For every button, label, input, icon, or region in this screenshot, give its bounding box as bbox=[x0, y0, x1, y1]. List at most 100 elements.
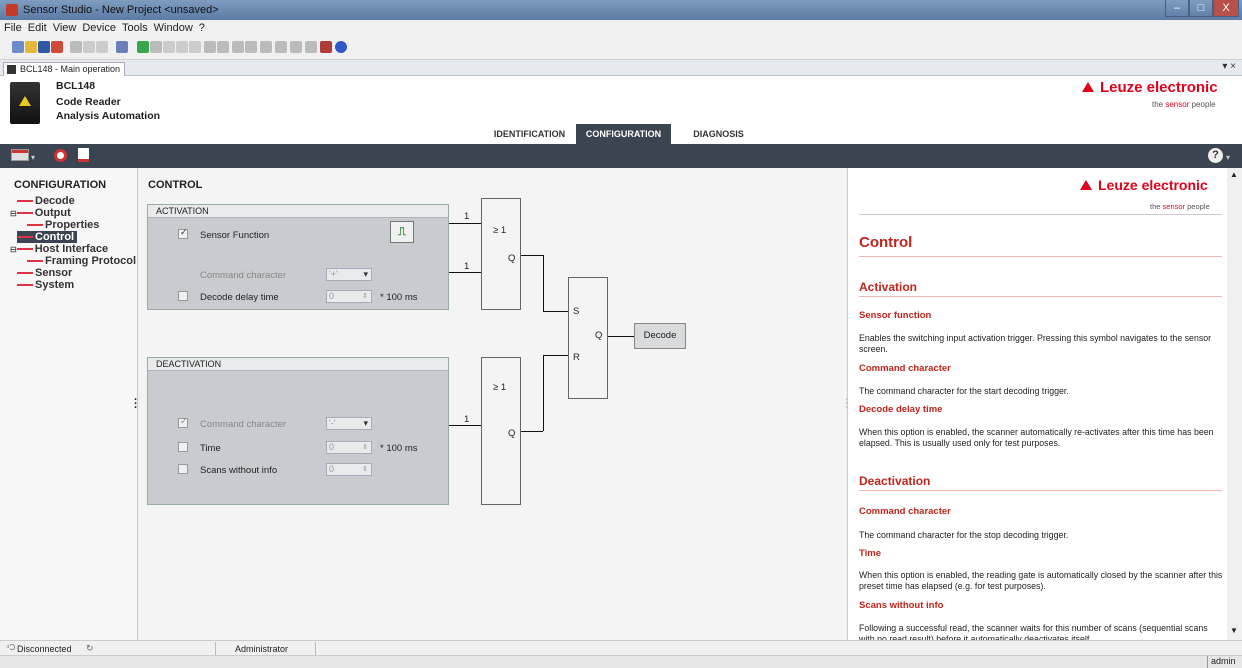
pdf-icon[interactable] bbox=[78, 148, 89, 162]
tree-item-sensor[interactable]: Sensor bbox=[17, 267, 72, 279]
tree-item-control[interactable]: Control bbox=[17, 231, 78, 243]
device-vendor: Analysis Automation bbox=[56, 110, 161, 122]
time-unit: * 100 ms bbox=[380, 443, 418, 454]
step-icon[interactable] bbox=[163, 41, 175, 53]
record-icon[interactable] bbox=[189, 41, 201, 53]
leuze-logo-icon bbox=[1082, 82, 1094, 92]
menu-tools[interactable]: Tools bbox=[122, 20, 148, 36]
decode-output-box[interactable]: Decode bbox=[634, 323, 686, 349]
tree-item-output[interactable]: ⊟ Output bbox=[10, 207, 71, 219]
menu-help[interactable]: ? bbox=[199, 20, 205, 36]
deactivation-command-select[interactable]: '-' ▾ bbox=[326, 417, 372, 430]
scans-label: Scans without info bbox=[200, 465, 278, 476]
brand-tagline: the sensor people bbox=[1152, 100, 1216, 109]
help-time-text: When this option is enabled, the reading… bbox=[859, 570, 1223, 591]
scroll-down-icon[interactable]: ▼ bbox=[1230, 626, 1238, 635]
copy-icon[interactable] bbox=[83, 41, 95, 53]
print-icon[interactable] bbox=[51, 41, 63, 53]
left-splitter-handle[interactable]: · · · bbox=[134, 395, 138, 414]
help-d-command-text: The command character for the stop decod… bbox=[859, 530, 1069, 540]
help-scans-heading: Scans without info bbox=[859, 600, 944, 611]
help-time-heading: Time bbox=[859, 548, 882, 559]
activation-panel: ACTIVATION ✓ Sensor Function ⎍ Command c… bbox=[147, 204, 449, 310]
maximize-button[interactable]: □ bbox=[1189, 0, 1213, 17]
menu-edit[interactable]: Edit bbox=[28, 20, 47, 36]
time-checkbox[interactable] bbox=[178, 442, 188, 452]
pause-icon[interactable] bbox=[150, 41, 162, 53]
command-character-select[interactable]: '+' ▾ bbox=[326, 268, 372, 281]
tree-item-host-interface[interactable]: ⊟ Host Interface bbox=[10, 243, 108, 255]
decode-delay-input[interactable]: 0 ⇕ bbox=[326, 290, 372, 303]
help-scrollbar[interactable]: ▲ ▼ bbox=[1227, 168, 1242, 640]
tab-identification[interactable]: IDENTIFICATION bbox=[483, 124, 576, 144]
device-icon[interactable] bbox=[116, 41, 128, 53]
decode-delay-label: Decode delay time bbox=[200, 292, 279, 303]
title-bar: Sensor Studio - New Project <unsaved> – … bbox=[0, 0, 1242, 20]
doc-tab-controls[interactable]: ▾ × bbox=[1222, 61, 1236, 72]
tree-node-icon bbox=[17, 284, 33, 287]
menu-view[interactable]: View bbox=[53, 20, 77, 36]
tree-item-properties[interactable]: Properties bbox=[27, 219, 99, 231]
chevron-down-icon: ▾ bbox=[363, 418, 368, 428]
scroll-up-icon[interactable]: ▲ bbox=[1230, 170, 1238, 179]
close-button[interactable]: X bbox=[1213, 0, 1239, 17]
tree-item-framing-protocol[interactable]: Framing Protocol bbox=[27, 255, 136, 267]
info-icon[interactable] bbox=[335, 41, 347, 53]
status-bar: ⁴Ͻ Disconnected ↻ Administrator bbox=[0, 640, 1242, 655]
document-tab-bar: ▾ × bbox=[0, 60, 1242, 76]
user-status: Administrator bbox=[235, 644, 289, 654]
document-tab[interactable]: BCL148 - Main operation bbox=[3, 62, 126, 76]
tree-node-icon bbox=[17, 272, 33, 275]
menu-file[interactable]: File bbox=[4, 20, 22, 36]
save-icon[interactable] bbox=[38, 41, 50, 53]
sensor-trigger-icon[interactable]: ⎍ bbox=[390, 221, 414, 243]
stop-icon[interactable] bbox=[176, 41, 188, 53]
param-icon[interactable] bbox=[204, 41, 216, 53]
help-command-char-heading: Command character bbox=[859, 363, 951, 374]
view-menu-icon[interactable] bbox=[11, 149, 29, 161]
paste-icon[interactable] bbox=[96, 41, 108, 53]
menu-device[interactable]: Device bbox=[82, 20, 116, 36]
tool-icon[interactable] bbox=[260, 41, 272, 53]
chevron-down-icon: ▾ bbox=[363, 269, 368, 279]
help-delay-heading: Decode delay time bbox=[859, 404, 943, 415]
sensor-function-label: Sensor Function bbox=[200, 230, 270, 241]
minimize-button[interactable]: – bbox=[1165, 0, 1189, 17]
help-d-command-heading: Command character bbox=[859, 506, 951, 517]
scans-input[interactable]: 0 ⇕ bbox=[326, 463, 372, 476]
connect-icon[interactable] bbox=[320, 41, 332, 53]
dropdown-arrow-icon[interactable]: ▾ bbox=[31, 153, 35, 162]
decode-delay-checkbox[interactable] bbox=[178, 291, 188, 301]
zoom-icon[interactable] bbox=[290, 41, 302, 53]
spinner-icon: ⇕ bbox=[362, 293, 368, 300]
control-panel: CONTROL ACTIVATION ✓ Sensor Function ⎍ C… bbox=[139, 168, 846, 640]
menu-window[interactable]: Window bbox=[154, 20, 193, 36]
sync-icon[interactable]: ↻ bbox=[86, 643, 94, 654]
disconnected-icon: ⁴Ͻ bbox=[6, 643, 16, 652]
spinner-icon: ⇕ bbox=[362, 444, 368, 451]
open-icon[interactable] bbox=[25, 41, 37, 53]
refresh-icon[interactable] bbox=[54, 149, 67, 162]
help-icon[interactable]: ? bbox=[1208, 148, 1223, 163]
settings-icon[interactable] bbox=[305, 41, 317, 53]
time-input[interactable]: 0 ⇕ bbox=[326, 441, 372, 454]
help-dropdown-icon[interactable]: ▾ bbox=[1226, 153, 1230, 162]
deactivation-command-checkbox[interactable]: ✓ bbox=[178, 416, 188, 428]
window-title: Sensor Studio - New Project <unsaved> bbox=[23, 4, 219, 16]
cut-icon[interactable] bbox=[70, 41, 82, 53]
monitor-icon[interactable] bbox=[275, 41, 287, 53]
config-icon[interactable] bbox=[232, 41, 244, 53]
param2-icon[interactable] bbox=[217, 41, 229, 53]
play-icon[interactable] bbox=[137, 41, 149, 53]
new-icon[interactable] bbox=[12, 41, 24, 53]
sr-flipflop: S Q R bbox=[568, 277, 608, 399]
tab-configuration[interactable]: CONFIGURATION bbox=[576, 124, 671, 144]
spinner-icon: ⇕ bbox=[362, 466, 368, 473]
scans-checkbox[interactable] bbox=[178, 464, 188, 474]
tree-item-decode[interactable]: Decode bbox=[17, 195, 75, 207]
sensor-function-checkbox[interactable]: ✓ bbox=[178, 227, 188, 239]
tab-diagnosis[interactable]: DIAGNOSIS bbox=[671, 124, 766, 144]
leuze-logo-icon bbox=[1080, 180, 1092, 190]
tree-item-system[interactable]: System bbox=[17, 279, 74, 291]
config2-icon[interactable] bbox=[245, 41, 257, 53]
